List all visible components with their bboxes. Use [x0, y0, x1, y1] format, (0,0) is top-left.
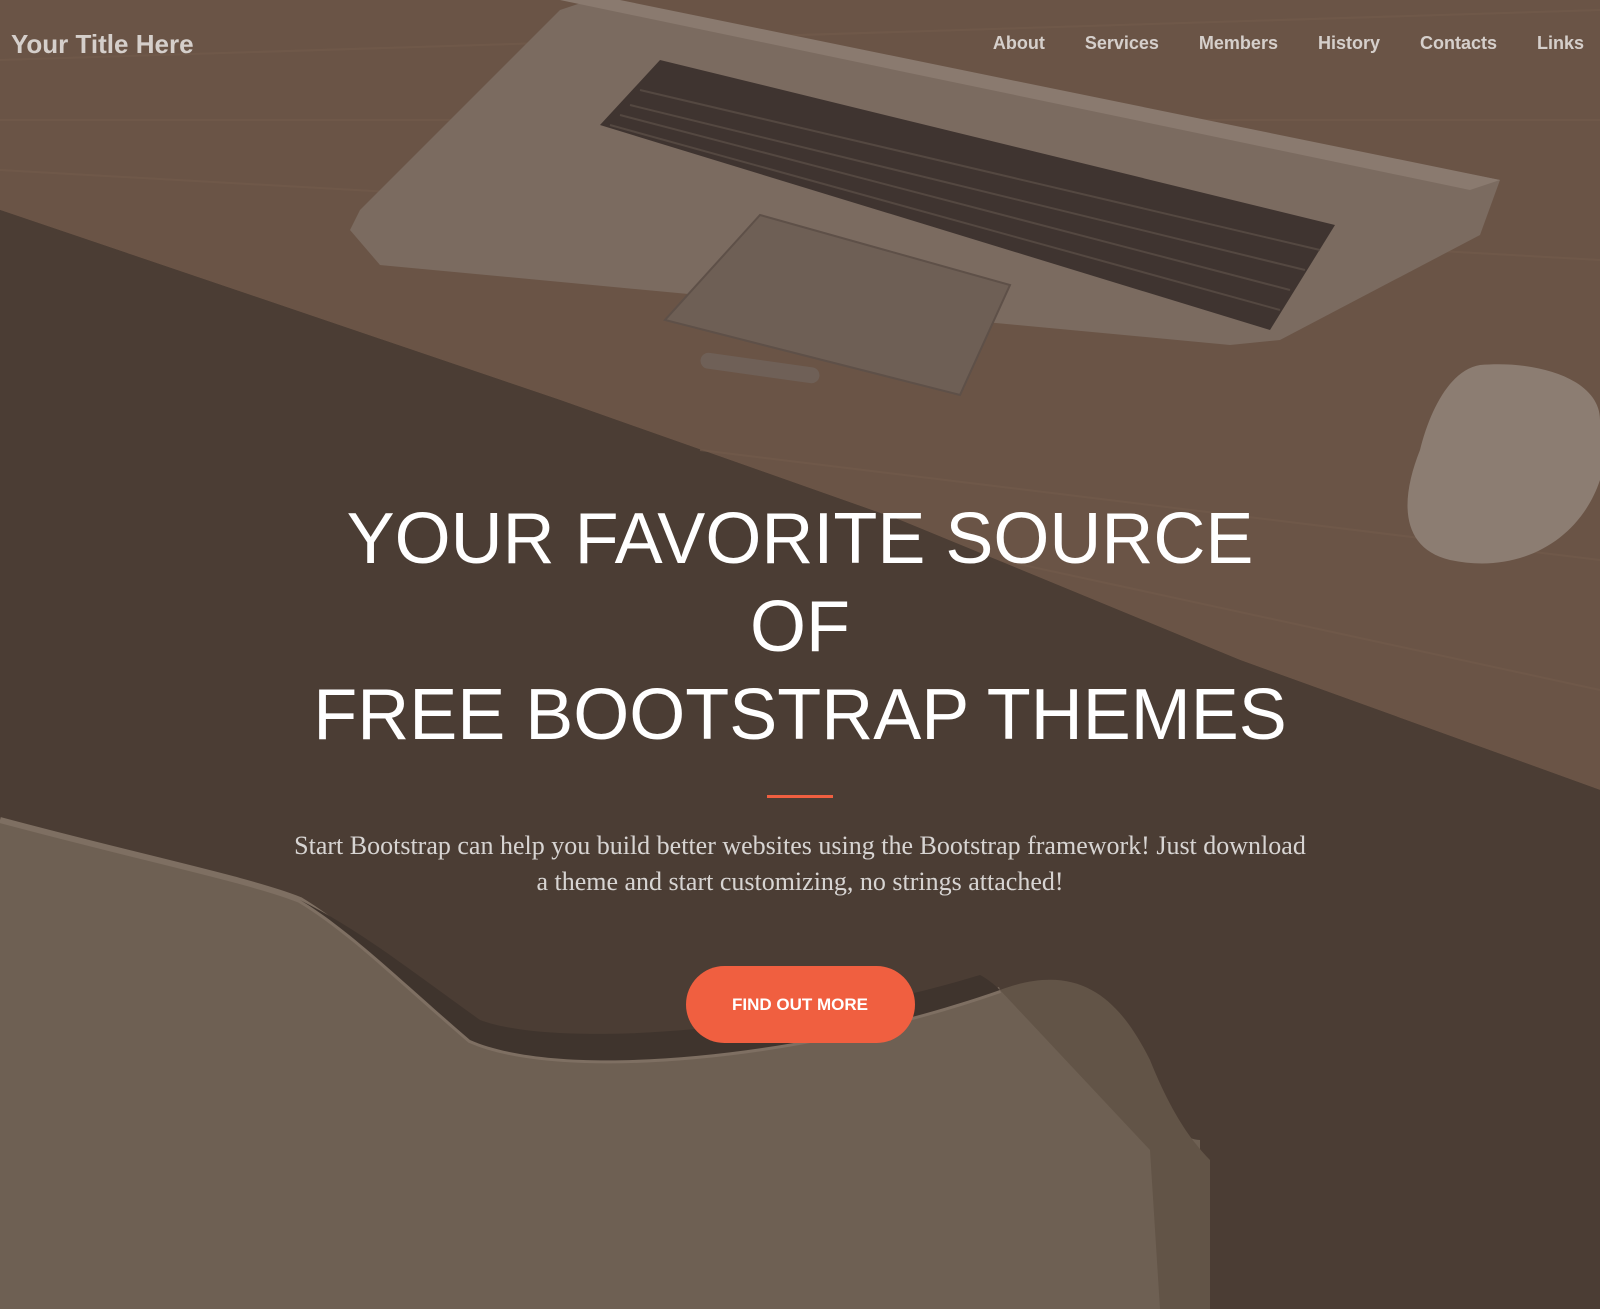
nav-link-members[interactable]: Members: [1179, 33, 1298, 54]
nav-link-contacts[interactable]: Contacts: [1400, 33, 1517, 54]
hero-headline: YOUR FAVORITE SOURCE OF FREE BOOTSTRAP T…: [300, 495, 1300, 759]
nav-link-services[interactable]: Services: [1065, 33, 1179, 54]
nav-link-links[interactable]: Links: [1517, 33, 1600, 54]
top-navbar: Your Title Here About Services Members H…: [0, 0, 1600, 92]
find-out-more-button[interactable]: FIND OUT MORE: [685, 966, 915, 1043]
nav-link-about[interactable]: About: [973, 33, 1065, 54]
headline-line-1: YOUR FAVORITE SOURCE OF: [346, 499, 1254, 667]
nav-link-history[interactable]: History: [1298, 33, 1400, 54]
hero-content: YOUR FAVORITE SOURCE OF FREE BOOTSTRAP T…: [0, 495, 1600, 1043]
accent-divider: [767, 795, 833, 798]
brand-title-link[interactable]: Your Title Here: [11, 29, 194, 60]
nav-links: About Services Members History Contacts …: [973, 33, 1600, 54]
hero-lead-text: Start Bootstrap can help you build bette…: [294, 831, 1306, 896]
headline-line-2: FREE BOOTSTRAP THEMES: [313, 675, 1287, 755]
hero-section: Your Title Here About Services Members H…: [0, 0, 1600, 1309]
